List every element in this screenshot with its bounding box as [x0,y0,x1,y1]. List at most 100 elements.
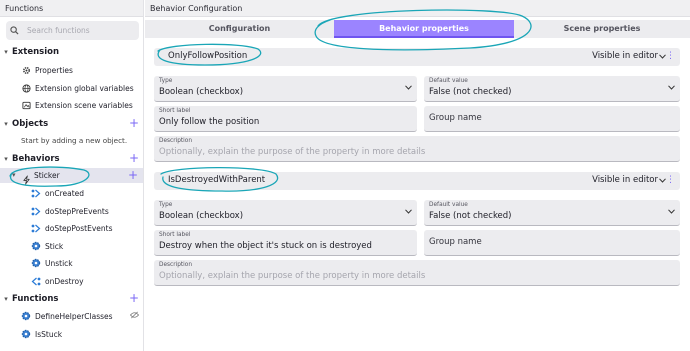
sidebar-item-scene-variables[interactable]: Extension scene variables [21,98,133,112]
field-value: Destroy when the object it's stuck on is… [159,241,372,251]
visibility-select[interactable]: Visible in editor [592,175,658,185]
sidebar-item-ondestroy[interactable]: onDestroy [31,274,84,288]
sidebar-title: Functions [0,0,143,17]
property-name[interactable]: OnlyFollowPosition [168,51,247,61]
property-header: OnlyFollowPosition Visible in editor ⋮ [154,48,680,66]
sidebar-item-label: Extension scene variables [35,100,133,110]
extension-section-label: Extension [12,47,60,57]
chevron-down-icon: ▾ [4,120,8,128]
sidebar-item-label: Sticker [34,170,60,180]
more-options-icon[interactable]: ⋮ [666,52,675,61]
tab-behavior-properties[interactable]: Behavior properties [334,20,514,38]
sidebar-item-oncreated[interactable]: onCreated [31,186,84,200]
sidebar-item-properties[interactable]: Properties [21,63,73,77]
field-label: Default value [429,202,468,208]
sidebar-item-definehelperclasses[interactable]: DefineHelperClasses [21,309,140,323]
functions-section-header[interactable]: ▾ Functions + [0,291,144,306]
sidebar-item-label: Stick [45,241,64,251]
sidebar-item-label: Unstick [45,258,73,268]
more-options-icon[interactable]: ⋮ [666,176,675,185]
add-behavior-button[interactable]: + [129,151,139,165]
sidebar-item-label: DefineHelperClasses [35,311,113,321]
hidden-eye-icon[interactable] [129,311,140,321]
visibility-select[interactable]: Visible in editor [592,51,658,61]
lifecycle-icon [31,188,41,198]
action-gear-icon [21,311,31,321]
objects-section-label: Objects [12,119,49,129]
sidebar-item-label: IsStuck [35,329,63,339]
search-icon [10,26,19,35]
functions-sidebar: Functions ▾ Extension Properties Extensi… [0,0,144,351]
field-value: Boolean (checkbox) [159,211,244,221]
chevron-down-icon [405,85,412,90]
action-gear-icon [31,241,41,251]
field-label: Short label [159,108,191,114]
lifecycle-icon [31,223,41,233]
group-name-field[interactable]: Group name [424,106,680,132]
sidebar-item-global-variables[interactable]: Extension global variables [21,81,134,95]
sidebar-item-unstick[interactable]: Unstick [31,256,73,270]
add-behavior-function-button[interactable]: + [128,168,138,182]
sidebar-item-label: doStepPreEvents [45,206,109,216]
extension-section-header[interactable]: ▾ Extension [0,45,144,59]
chevron-down-icon: ▾ [4,295,8,303]
field-label: Short label [159,232,191,238]
scene-icon [21,100,31,110]
behavior-icon [22,170,31,189]
field-value: False (not checked) [429,87,512,97]
field-value: Boolean (checkbox) [159,87,244,97]
search-input[interactable] [27,26,127,35]
tab-bar: Configuration Behavior properties Scene … [145,20,690,38]
field-placeholder: Group name [429,113,482,123]
search-box[interactable] [6,21,139,40]
type-select[interactable]: Type Boolean (checkbox) [154,76,417,102]
sidebar-item-sticker[interactable]: ▾ Sticker + [0,168,143,185]
field-label: Type [159,78,173,84]
field-placeholder: Optionally, explain the purpose of the p… [159,147,426,157]
add-function-button[interactable]: + [129,291,139,305]
chevron-down-icon: ▾ [4,155,8,163]
chevron-down-icon [668,85,675,90]
objects-section-header[interactable]: ▾ Objects + [0,116,144,131]
chevron-down-icon: ▾ [4,48,8,56]
functions-section-label: Functions [12,294,59,304]
sidebar-item-stick[interactable]: Stick [31,239,63,253]
lifecycle-icon [31,276,41,286]
group-name-field[interactable]: Group name [424,230,680,256]
add-object-button[interactable]: + [129,116,139,130]
chevron-down-icon [668,209,675,214]
gear-icon [21,65,31,75]
sidebar-item-isstuck[interactable]: IsStuck [21,327,62,341]
chevron-down-icon: ▾ [12,171,16,179]
tab-scene-properties[interactable]: Scene properties [514,20,690,38]
default-value-select[interactable]: Default value False (not checked) [424,200,680,226]
type-select[interactable]: Type Boolean (checkbox) [154,200,417,226]
panel-title: Behavior Configuration [145,0,690,17]
sidebar-item-label: onCreated [45,188,85,198]
property-name[interactable]: IsDestroyedWithParent [168,175,265,185]
action-gear-icon [21,329,31,339]
sidebar-item-label: Extension global variables [35,83,134,93]
sidebar-item-label: onDestroy [45,276,84,286]
field-value: Only follow the position [159,117,260,127]
field-placeholder: Optionally, explain the purpose of the p… [159,271,426,281]
description-field[interactable]: Description Optionally, explain the purp… [154,260,680,286]
short-label-field[interactable]: Short label Destroy when the object it's… [154,230,417,256]
behaviors-section-header[interactable]: ▾ Behaviors + [0,151,144,166]
tab-configuration[interactable]: Configuration [145,20,334,38]
lifecycle-icon [31,206,41,216]
field-label: Default value [429,78,468,84]
sidebar-item-dosteppreevents[interactable]: doStepPreEvents [31,204,109,218]
default-value-select[interactable]: Default value False (not checked) [424,76,680,102]
short-label-field[interactable]: Short label Only follow the position [154,106,417,132]
globe-icon [21,83,31,93]
action-gear-icon [31,258,41,268]
chevron-down-icon [659,178,666,183]
sidebar-item-doSteppostevents[interactable]: doStepPostEvents [31,221,113,235]
field-label: Type [159,202,173,208]
description-field[interactable]: Description Optionally, explain the purp… [154,136,680,162]
objects-empty-hint: Start by adding a new object. [21,136,128,145]
behavior-configuration-panel: Behavior Configuration Configuration Beh… [145,0,690,351]
behaviors-section-label: Behaviors [12,154,60,164]
chevron-down-icon [405,209,412,214]
